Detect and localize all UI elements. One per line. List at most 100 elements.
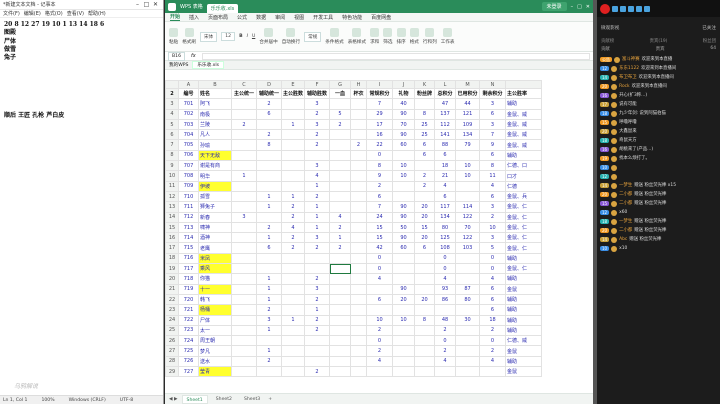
table-cell[interactable] [231,283,257,295]
table-cell[interactable] [256,180,282,192]
table-cell[interactable]: 7 [366,98,394,110]
notepad-text-area[interactable]: 20 8 12 27 19 10 1 13 14 18 6 图殿 尸体 做雪 兔… [0,18,163,124]
table-cell[interactable]: 79 [455,139,481,151]
table-cell[interactable]: 112 [434,118,457,131]
table-cell[interactable]: 6 [479,108,507,120]
table-cell[interactable]: 1 [280,314,306,326]
table-cell[interactable] [350,201,368,213]
table-cell[interactable]: 1 [256,190,282,203]
row-header[interactable]: 18 [165,252,179,265]
wps-menu-3[interactable]: 公式 [237,14,247,21]
row-header[interactable]: 27 [165,345,179,357]
table-cell[interactable] [280,108,306,120]
row-header[interactable]: 21 [165,283,179,295]
table-cell[interactable] [304,252,331,265]
table-cell[interactable]: 25 [414,118,436,131]
table-cell[interactable]: 1 [256,201,282,213]
table-cell[interactable] [392,149,416,162]
table-cell[interactable]: 辅助 [505,149,543,162]
table-cell[interactable] [256,149,282,162]
table-cell[interactable]: 2 [304,293,331,306]
table-cell[interactable]: 90 [392,283,416,295]
column-header[interactable]: I [366,80,394,89]
conditional-format-button[interactable]: 条件格式 [325,28,344,45]
table-cell[interactable] [455,190,481,203]
table-cell[interactable]: 主公胜数 [280,87,306,100]
table-cell[interactable]: 1 [329,232,352,244]
table-cell[interactable]: 3 [479,232,507,244]
column-header[interactable]: N [479,80,507,89]
table-cell[interactable]: 724 [178,335,199,347]
table-cell[interactable] [280,293,306,306]
select-all-corner[interactable] [165,80,179,89]
table-cell[interactable] [350,242,368,254]
column-header[interactable]: M [455,80,481,89]
table-cell[interactable]: 0 [434,252,457,265]
toolbar-icon-4[interactable] [636,5,642,12]
table-cell[interactable]: 704 [178,129,199,141]
table-cell[interactable]: 114 [455,201,481,213]
stat-label-contrib[interactable]: 贡献榜 [601,38,614,46]
table-cell[interactable] [455,252,481,265]
table-cell[interactable] [304,355,331,368]
table-cell[interactable]: 金鼠、仁 [505,242,543,254]
table-cell[interactable] [392,190,416,203]
table-cell[interactable]: 117 [434,201,457,213]
table-cell[interactable]: 4 [479,273,507,285]
table-cell[interactable]: 48 [434,314,457,326]
menu-view[interactable]: 查看(V) [67,10,84,17]
table-cell[interactable]: 1 [256,345,282,357]
table-cell[interactable] [350,160,368,172]
table-cell[interactable]: 108 [434,242,457,254]
table-cell[interactable]: 礼物 [392,87,416,100]
table-cell[interactable] [350,108,368,120]
table-cell[interactable] [231,98,257,110]
table-cell[interactable]: 2 [329,242,352,254]
row-header[interactable]: 19 [165,263,179,275]
table-cell[interactable] [280,335,306,347]
table-cell[interactable]: 米凤 [198,252,232,265]
table-cell[interactable]: 9 [479,139,507,151]
table-cell[interactable] [329,149,352,162]
table-cell[interactable]: 134 [455,129,481,141]
table-cell[interactable]: 1 [304,211,331,223]
table-cell[interactable] [350,293,368,306]
close-icon[interactable]: ✕ [151,1,160,8]
table-cell[interactable]: 6 [414,242,436,254]
table-cell[interactable]: 送水 [198,355,232,368]
table-cell[interactable]: 16 [366,129,394,141]
table-cell[interactable]: 10 [455,170,481,182]
table-cell[interactable]: 4 [366,355,394,368]
table-cell[interactable]: 1 [256,273,282,285]
table-cell[interactable]: 孙瑜 [198,139,232,151]
table-cell[interactable]: 122 [455,232,481,244]
table-cell[interactable]: 2 [280,201,306,213]
table-cell[interactable]: 10 [392,314,416,326]
table-cell[interactable]: 25 [414,129,436,141]
table-cell[interactable] [231,324,257,337]
table-cell[interactable]: 粉丝牌 [414,87,436,100]
table-cell[interactable]: 3 [304,232,331,244]
table-cell[interactable] [350,252,368,265]
table-cell[interactable]: 金鼠 [505,366,543,378]
table-cell[interactable]: 辅助 [505,273,543,285]
table-cell[interactable] [329,293,352,306]
table-cell[interactable]: 20 [392,293,416,306]
table-cell[interactable]: 6 [434,149,457,162]
table-cell[interactable] [280,304,306,316]
table-cell[interactable] [414,190,436,203]
table-cell[interactable] [329,252,352,265]
table-cell[interactable]: 141 [434,129,457,141]
table-cell[interactable]: 金鼠、仁 [505,263,543,275]
row-header[interactable]: 25 [165,324,179,337]
table-cell[interactable] [231,139,257,151]
table-cell[interactable]: 新春 [198,211,232,223]
table-cell[interactable]: 口才 [505,170,543,182]
row-header[interactable]: 29 [165,366,179,378]
table-cell[interactable]: 125 [434,232,457,244]
table-cell[interactable]: 22 [366,139,394,151]
table-cell[interactable] [350,314,368,326]
row-header[interactable]: 11 [165,180,179,192]
column-header[interactable]: C [231,80,257,89]
table-cell[interactable]: 24 [366,211,394,223]
